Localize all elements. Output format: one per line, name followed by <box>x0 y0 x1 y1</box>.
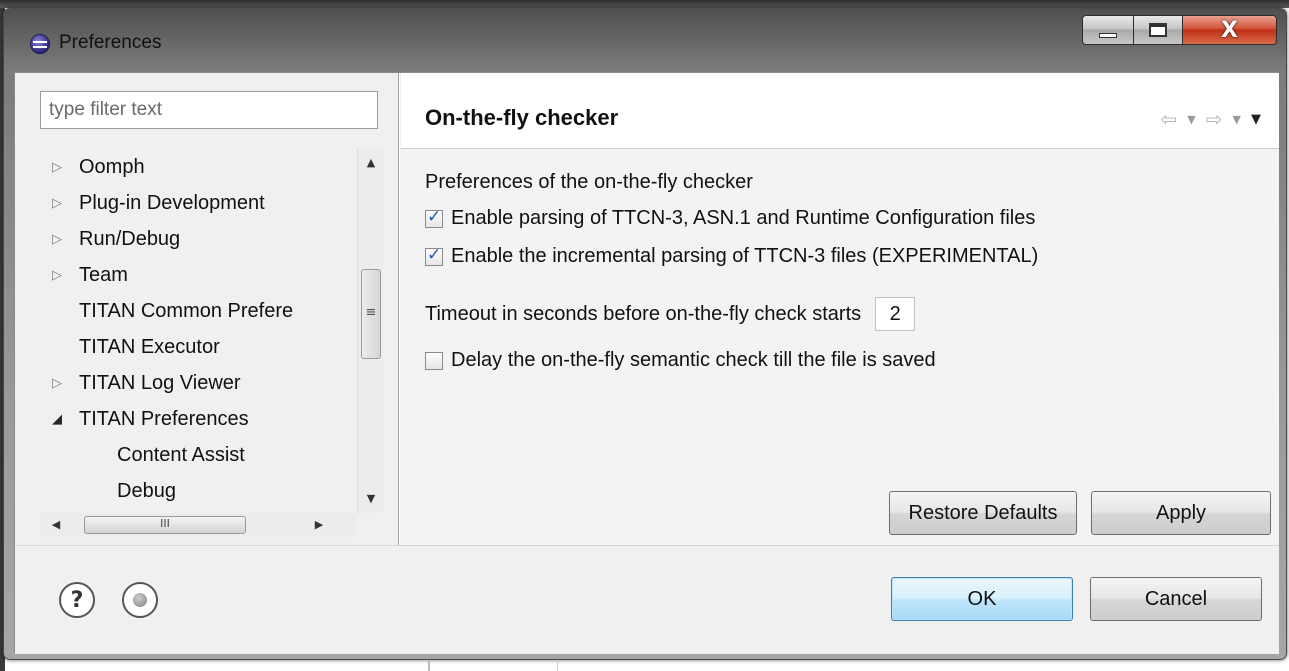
scroll-down-arrow-icon[interactable]: ▼ <box>358 489 384 509</box>
option-enable-parsing[interactable]: Enable parsing of TTCN-3, ASN.1 and Runt… <box>425 207 1035 230</box>
tree-item-label: TITAN Common Prefere <box>79 300 294 322</box>
tree-item-run-debug[interactable]: ▷ Run/Debug <box>40 221 375 257</box>
window-title: Preferences <box>59 32 162 53</box>
ok-button[interactable]: OK <box>891 577 1073 621</box>
apply-button[interactable]: Apply <box>1091 491 1271 535</box>
preferences-tree-pane: ▷ Oomph ▷ Plug-in Development ▷ Run/Debu… <box>15 73 398 545</box>
tree-item-label: TITAN Preferences <box>79 408 249 430</box>
tree-item-label: Content Assist <box>117 444 245 466</box>
view-menu-icon[interactable]: ▼ <box>1251 112 1261 127</box>
background-top-edge <box>0 0 1289 8</box>
timeout-row: Timeout in seconds before on-the-fly che… <box>425 297 916 331</box>
title-bar[interactable]: Preferences X <box>4 9 1286 69</box>
expand-arrow-icon[interactable]: ▷ <box>52 149 66 185</box>
tree-item-label: Oomph <box>79 156 145 178</box>
tree-item-label: Plug-in Development <box>79 192 265 214</box>
option-delay-semantic-check[interactable]: Delay the on-the-fly semantic check till… <box>425 349 936 372</box>
dialog-body: ▷ Oomph ▷ Plug-in Development ▷ Run/Debu… <box>14 72 1279 654</box>
tree-vertical-scrollbar[interactable]: ▲ ≡ ▼ <box>357 149 383 513</box>
cancel-button[interactable]: Cancel <box>1090 577 1262 621</box>
expand-arrow-icon[interactable]: ▷ <box>52 365 66 401</box>
option-label: Enable parsing of TTCN-3, ASN.1 and Runt… <box>451 207 1036 229</box>
page-header: On-the-fly checker ⇦ ▼ ⇨ ▼ ▼ <box>401 73 1279 149</box>
option-label: Enable the incremental parsing of TTCN-3… <box>451 245 1039 267</box>
scroll-left-arrow-icon[interactable]: ◀ <box>46 513 66 537</box>
page-title: On-the-fly checker <box>425 105 619 130</box>
option-label: Delay the on-the-fly semantic check till… <box>451 349 936 371</box>
checkbox-unchecked[interactable] <box>425 351 443 370</box>
expand-arrow-icon[interactable]: ▷ <box>52 185 66 221</box>
preferences-tree: ▷ Oomph ▷ Plug-in Development ▷ Run/Debu… <box>40 149 375 513</box>
help-icon[interactable]: ? <box>59 582 95 618</box>
expand-arrow-icon[interactable]: ▷ <box>52 257 66 293</box>
collapse-arrow-icon[interactable]: ◢ <box>52 401 66 437</box>
checkbox-checked[interactable] <box>425 245 443 266</box>
scroll-right-arrow-icon[interactable]: ▶ <box>309 513 329 537</box>
tree-item-label: Team <box>79 264 128 286</box>
tree-item-oomph[interactable]: ▷ Oomph <box>40 149 375 185</box>
dialog-footer: ? OK Cancel <box>15 545 1279 654</box>
timeout-input[interactable] <box>875 297 916 331</box>
expand-arrow-icon[interactable]: ▷ <box>52 221 66 257</box>
preference-page: On-the-fly checker ⇦ ▼ ⇨ ▼ ▼ Preferences… <box>401 73 1279 545</box>
tree-item-label: TITAN Log Viewer <box>79 372 241 394</box>
preferences-dialog: Preferences X ▷ Oomph ▷ Plug- <box>3 8 1287 660</box>
filter-input[interactable] <box>40 91 378 129</box>
tree-item-titan-log-viewer[interactable]: ▷ TITAN Log Viewer <box>40 365 375 401</box>
tree-item-debug[interactable]: Debug <box>40 473 375 509</box>
minimize-button[interactable] <box>1082 15 1134 45</box>
eclipse-logo-icon <box>30 34 50 54</box>
tree-item-team[interactable]: ▷ Team <box>40 257 375 293</box>
page-navigation: ⇦ ▼ ⇨ ▼ ▼ <box>1161 107 1261 131</box>
checkbox-checked[interactable] <box>425 207 443 228</box>
tree-item-label: Debug <box>117 480 176 502</box>
close-icon: X <box>1221 17 1238 43</box>
close-button[interactable]: X <box>1183 15 1277 45</box>
forward-dropdown-icon[interactable]: ▼ <box>1233 113 1241 126</box>
tree-item-titan-preferences[interactable]: ◢ TITAN Preferences <box>40 401 375 437</box>
maximize-icon <box>1149 23 1167 37</box>
restore-defaults-button[interactable]: Restore Defaults <box>889 491 1077 535</box>
tree-item-content-assist[interactable]: Content Assist <box>40 437 375 473</box>
scroll-thumb[interactable]: III <box>84 516 246 534</box>
caption-buttons: X <box>1082 15 1277 45</box>
scroll-thumb[interactable]: ≡ <box>361 269 381 359</box>
record-dot <box>133 593 147 607</box>
timeout-label: Timeout in seconds before on-the-fly che… <box>425 302 862 325</box>
maximize-button[interactable] <box>1134 15 1183 45</box>
tree-item-titan-executor[interactable]: TITAN Executor <box>40 329 375 365</box>
forward-arrow-icon[interactable]: ⇨ <box>1206 107 1223 131</box>
scroll-up-arrow-icon[interactable]: ▲ <box>358 153 384 173</box>
tree-item-plug-in-development[interactable]: ▷ Plug-in Development <box>40 185 375 221</box>
tree-horizontal-scrollbar[interactable]: ◀ III ▶ <box>40 513 357 537</box>
minimize-icon <box>1099 32 1117 38</box>
back-dropdown-icon[interactable]: ▼ <box>1187 113 1195 126</box>
tree-item-label: Run/Debug <box>79 228 181 250</box>
pane-splitter[interactable] <box>398 73 400 545</box>
background-tab <box>428 660 558 671</box>
tree-item-titan-common-preferences[interactable]: TITAN Common Prefere <box>40 293 375 329</box>
section-label: Preferences of the on-the-fly checker <box>425 171 753 193</box>
background-window-fragment <box>400 660 600 671</box>
option-incremental-parsing[interactable]: Enable the incremental parsing of TTCN-3… <box>425 245 1038 268</box>
record-icon[interactable] <box>122 582 158 618</box>
back-arrow-icon[interactable]: ⇦ <box>1161 107 1178 131</box>
tree-item-label: TITAN Executor <box>79 336 220 358</box>
